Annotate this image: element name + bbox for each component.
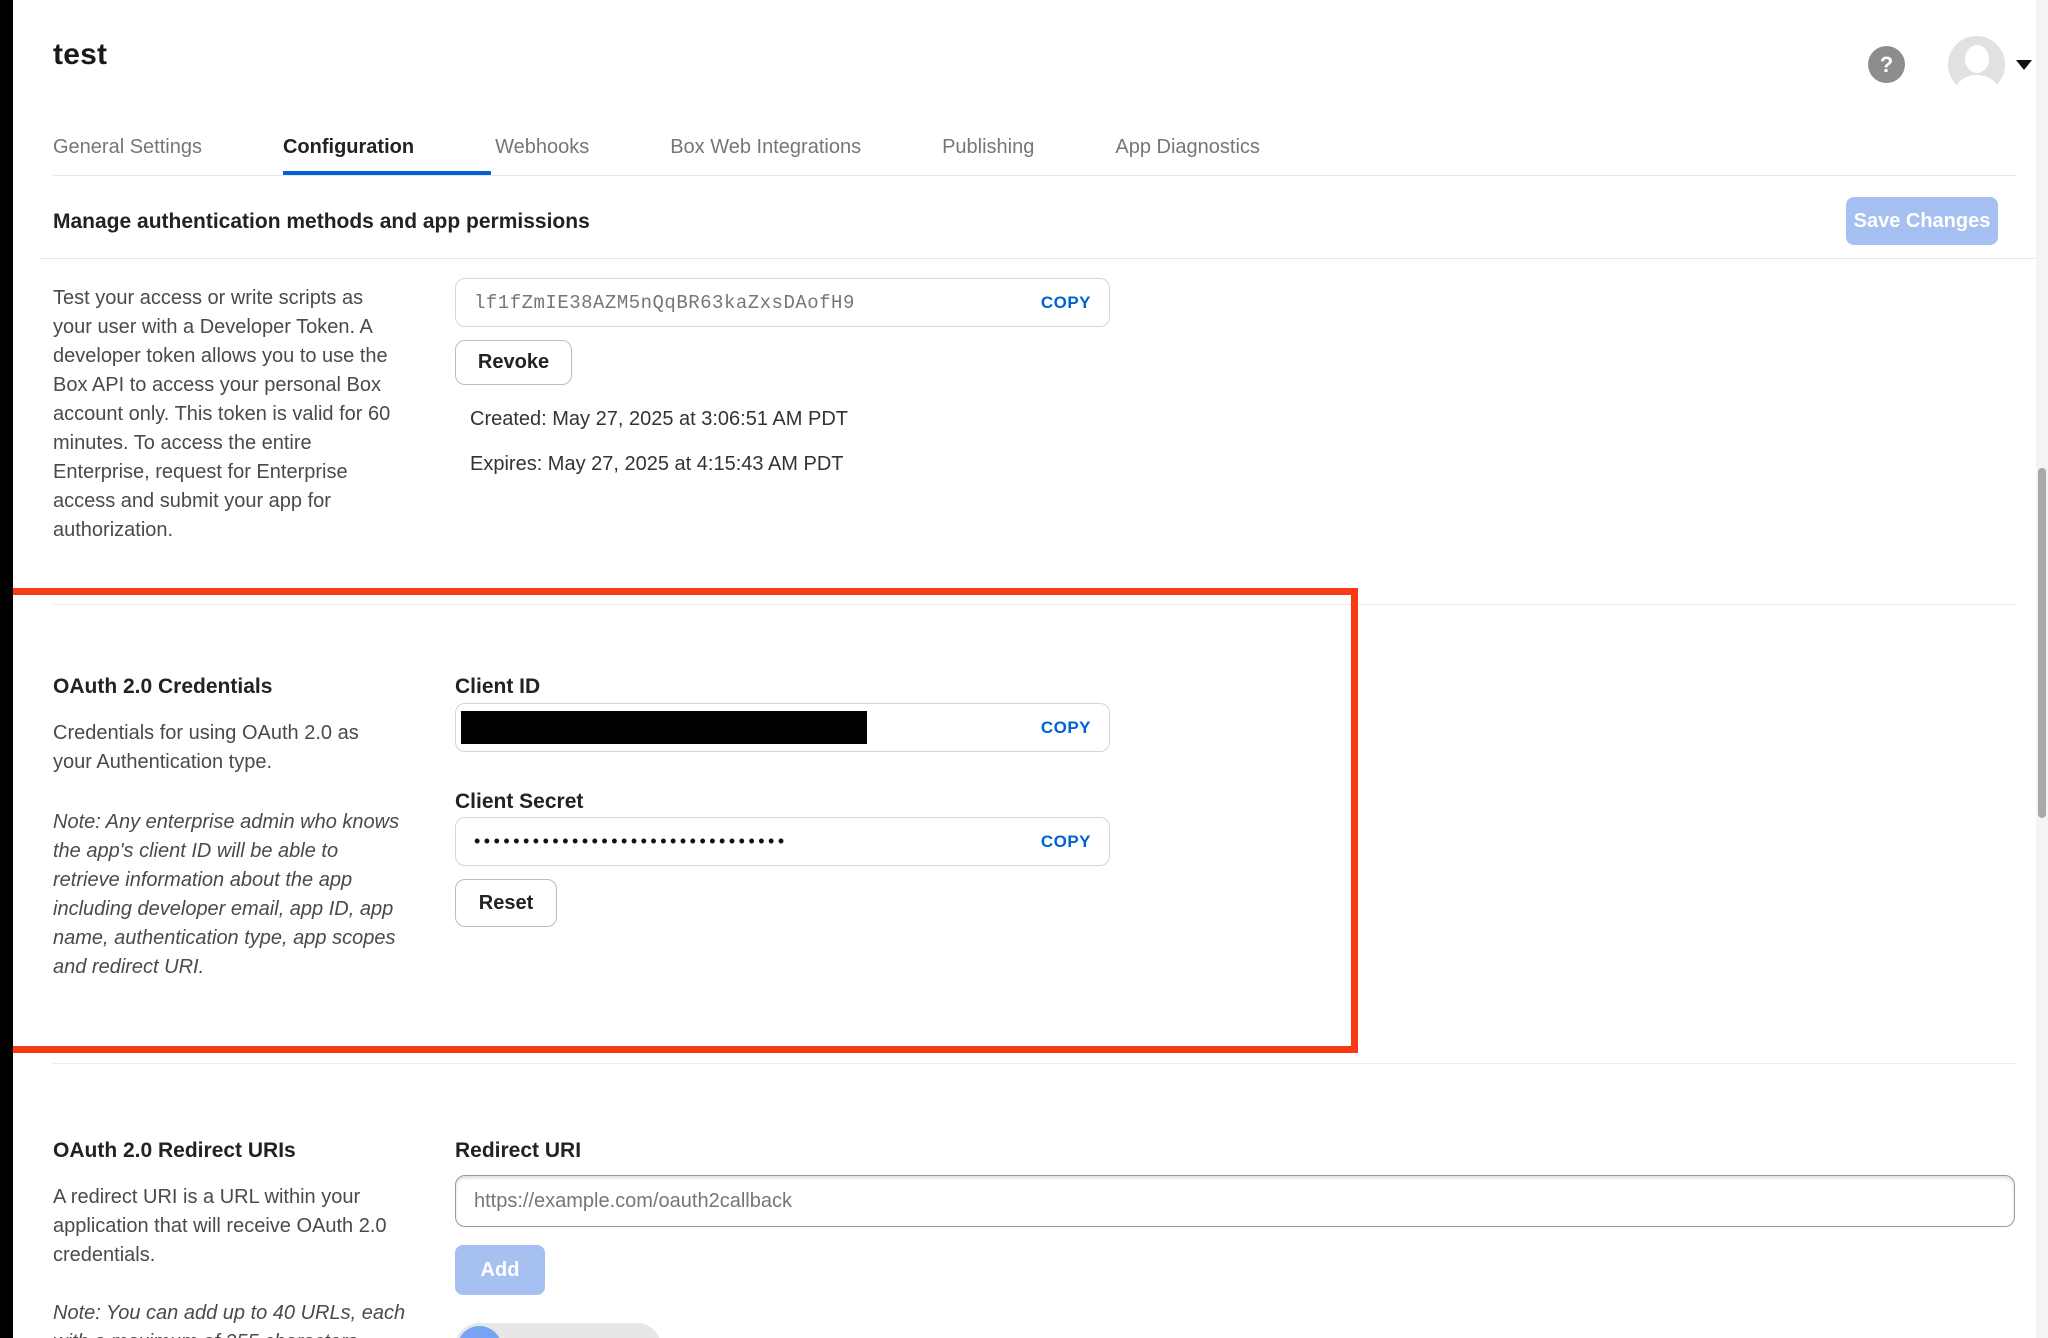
avatar-shoulders-shape [1955,75,1999,93]
save-changes-button[interactable]: Save Changes [1846,197,1998,245]
token-created-timestamp: Created: May 27, 2025 at 3:06:51 AM PDT [470,408,848,431]
redacted-client-id-value [461,711,867,744]
tab-general-settings[interactable]: General Settings [53,136,202,174]
section-subtitle: Manage authentication methods and app pe… [53,210,590,234]
scrollbar-thumb[interactable] [2038,468,2046,818]
tab-bar: General Settings Configuration Webhooks … [53,136,1341,174]
oauth-credentials-description: Credentials for using OAuth 2.0 as your … [53,719,400,777]
developer-token-value: lf1fZmIE38AZM5nQqBR63kaZxsDAofH9 [474,292,855,314]
tab-box-web-integrations[interactable]: Box Web Integrations [670,136,861,174]
help-icon[interactable]: ? [1868,46,1905,83]
tabs-divider [53,175,2016,176]
token-expires-timestamp: Expires: May 27, 2025 at 4:15:43 AM PDT [470,453,844,476]
section-divider [53,1063,2016,1064]
chevron-down-icon[interactable] [2016,60,2032,70]
tab-app-diagnostics[interactable]: App Diagnostics [1115,136,1260,174]
redirect-uris-note: Note: You can add up to 40 URLs, each wi… [53,1299,418,1338]
redirect-uri-label: Redirect URI [455,1139,581,1163]
left-edge-bar [0,0,13,1338]
oauth-credentials-heading: OAuth 2.0 Credentials [53,675,272,699]
avatar[interactable] [1948,36,2005,93]
copy-token-button[interactable]: COPY [1041,293,1091,313]
section-divider [53,604,2016,605]
tab-publishing[interactable]: Publishing [942,136,1034,174]
copy-client-id-button[interactable]: COPY [1041,718,1091,738]
oauth-credentials-note: Note: Any enterprise admin who knows the… [53,808,408,982]
redirect-uri-input[interactable] [455,1175,2015,1227]
developer-token-description: Test your access or write scripts as you… [53,284,400,545]
client-id-label: Client ID [455,675,540,699]
copy-client-secret-button[interactable]: COPY [1041,832,1091,852]
reset-button[interactable]: Reset [455,879,557,927]
client-secret-value: •••••••••••••••••••••••••••••••• [474,831,788,852]
app-config-page: test ? General Settings Configuration We… [0,0,2048,1338]
subheader-divider [40,258,2048,259]
tab-configuration[interactable]: Configuration [283,136,414,174]
tab-webhooks[interactable]: Webhooks [495,136,589,174]
client-secret-field: •••••••••••••••••••••••••••••••• COPY [455,817,1110,866]
avatar-head-shape [1965,45,1989,73]
add-redirect-uri-button[interactable]: Add [455,1245,545,1295]
client-id-field: COPY [455,703,1110,752]
page-title: test [53,38,107,72]
redirect-uris-heading: OAuth 2.0 Redirect URIs [53,1139,296,1163]
redirect-uris-description: A redirect URI is a URL within your appl… [53,1183,413,1270]
developer-token-field: lf1fZmIE38AZM5nQqBR63kaZxsDAofH9 COPY [455,278,1110,327]
revoke-button[interactable]: Revoke [455,340,572,385]
client-secret-label: Client Secret [455,790,583,814]
